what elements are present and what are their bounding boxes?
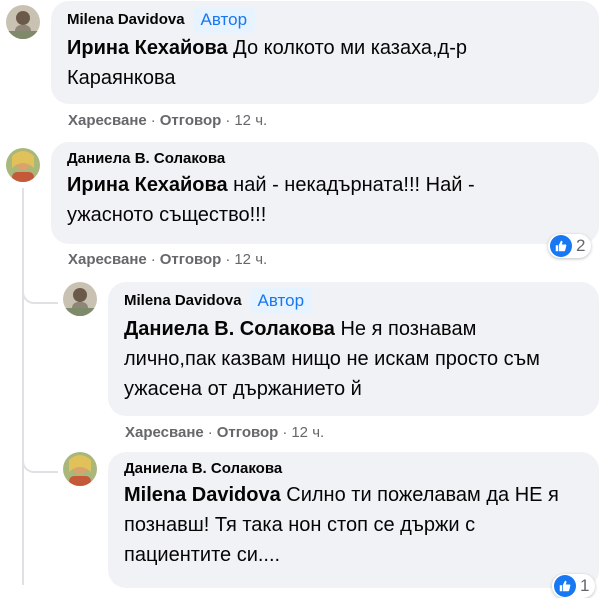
reply-bubble: Milena Davidova Автор Даниела В. Солакова… <box>108 282 599 416</box>
comment-author[interactable]: Milena Davidova <box>124 292 242 309</box>
reply-button[interactable]: Отговор <box>217 424 279 441</box>
mention-link[interactable]: Milena Davidova <box>124 484 281 506</box>
author-badge: Автор <box>249 288 313 314</box>
comment-actions: Харесване · Отговор · 12 ч. <box>125 423 324 443</box>
comment-text: Ирина Кехайова До колкото ми казаха,д-р … <box>67 33 547 93</box>
separator: · <box>150 112 156 129</box>
avatar[interactable] <box>63 452 97 486</box>
thumbs-up-icon <box>554 575 576 597</box>
reply-button[interactable]: Отговор <box>160 112 222 129</box>
reply-button[interactable]: Отговор <box>160 251 222 268</box>
like-button[interactable]: Харесване <box>68 112 147 129</box>
comment-author[interactable]: Даниела В. Солакова <box>124 458 583 480</box>
mention-link[interactable]: Ирина Кехайова <box>67 37 228 59</box>
separator: · <box>225 251 231 268</box>
separator: · <box>207 424 213 441</box>
separator: · <box>225 112 231 129</box>
comment-bubble: Даниела В. Солакова Ирина Кехайова най -… <box>51 142 599 244</box>
separator: · <box>150 251 156 268</box>
comment-text: Даниела В. Солакова Не я познавам лично,… <box>124 314 564 404</box>
avatar[interactable] <box>6 148 40 182</box>
reply-bubble: Даниела В. Солакова Milena Davidova Силн… <box>108 452 599 588</box>
comment-actions: Харесване · Отговор · 12 ч. <box>68 250 267 270</box>
reaction-count: 2 <box>576 236 586 255</box>
comment-text: Milena Davidova Силно ти пожелавам да НЕ… <box>124 480 564 570</box>
author-badge: Автор <box>192 7 256 33</box>
reaction-summary[interactable]: 2 <box>548 234 592 258</box>
thread-line-branch <box>22 286 58 304</box>
timestamp[interactable]: 12 ч. <box>234 251 267 268</box>
thumbs-up-icon <box>550 235 572 257</box>
timestamp[interactable]: 12 ч. <box>291 424 324 441</box>
comment-actions: Харесване · Отговор · 12 ч. <box>68 111 267 131</box>
reaction-summary[interactable]: 1 <box>552 574 596 598</box>
separator: · <box>282 424 288 441</box>
thread-line-branch <box>22 455 58 473</box>
timestamp[interactable]: 12 ч. <box>234 112 267 129</box>
comment-text: Ирина Кехайова най - некадърната!!! Най … <box>67 170 537 230</box>
comment-author[interactable]: Даниела В. Солакова <box>67 148 583 170</box>
like-button[interactable]: Харесване <box>125 424 204 441</box>
reaction-count: 1 <box>580 576 590 595</box>
mention-link[interactable]: Даниела В. Солакова <box>124 318 335 340</box>
thread-line-vertical <box>22 188 24 585</box>
avatar[interactable] <box>63 282 97 316</box>
comment-bubble: Milena Davidova Автор Ирина Кехайова До к… <box>51 1 599 104</box>
comment-author[interactable]: Milena Davidova <box>67 11 185 28</box>
avatar[interactable] <box>6 5 40 39</box>
mention-link[interactable]: Ирина Кехайова <box>67 174 228 196</box>
like-button[interactable]: Харесване <box>68 251 147 268</box>
